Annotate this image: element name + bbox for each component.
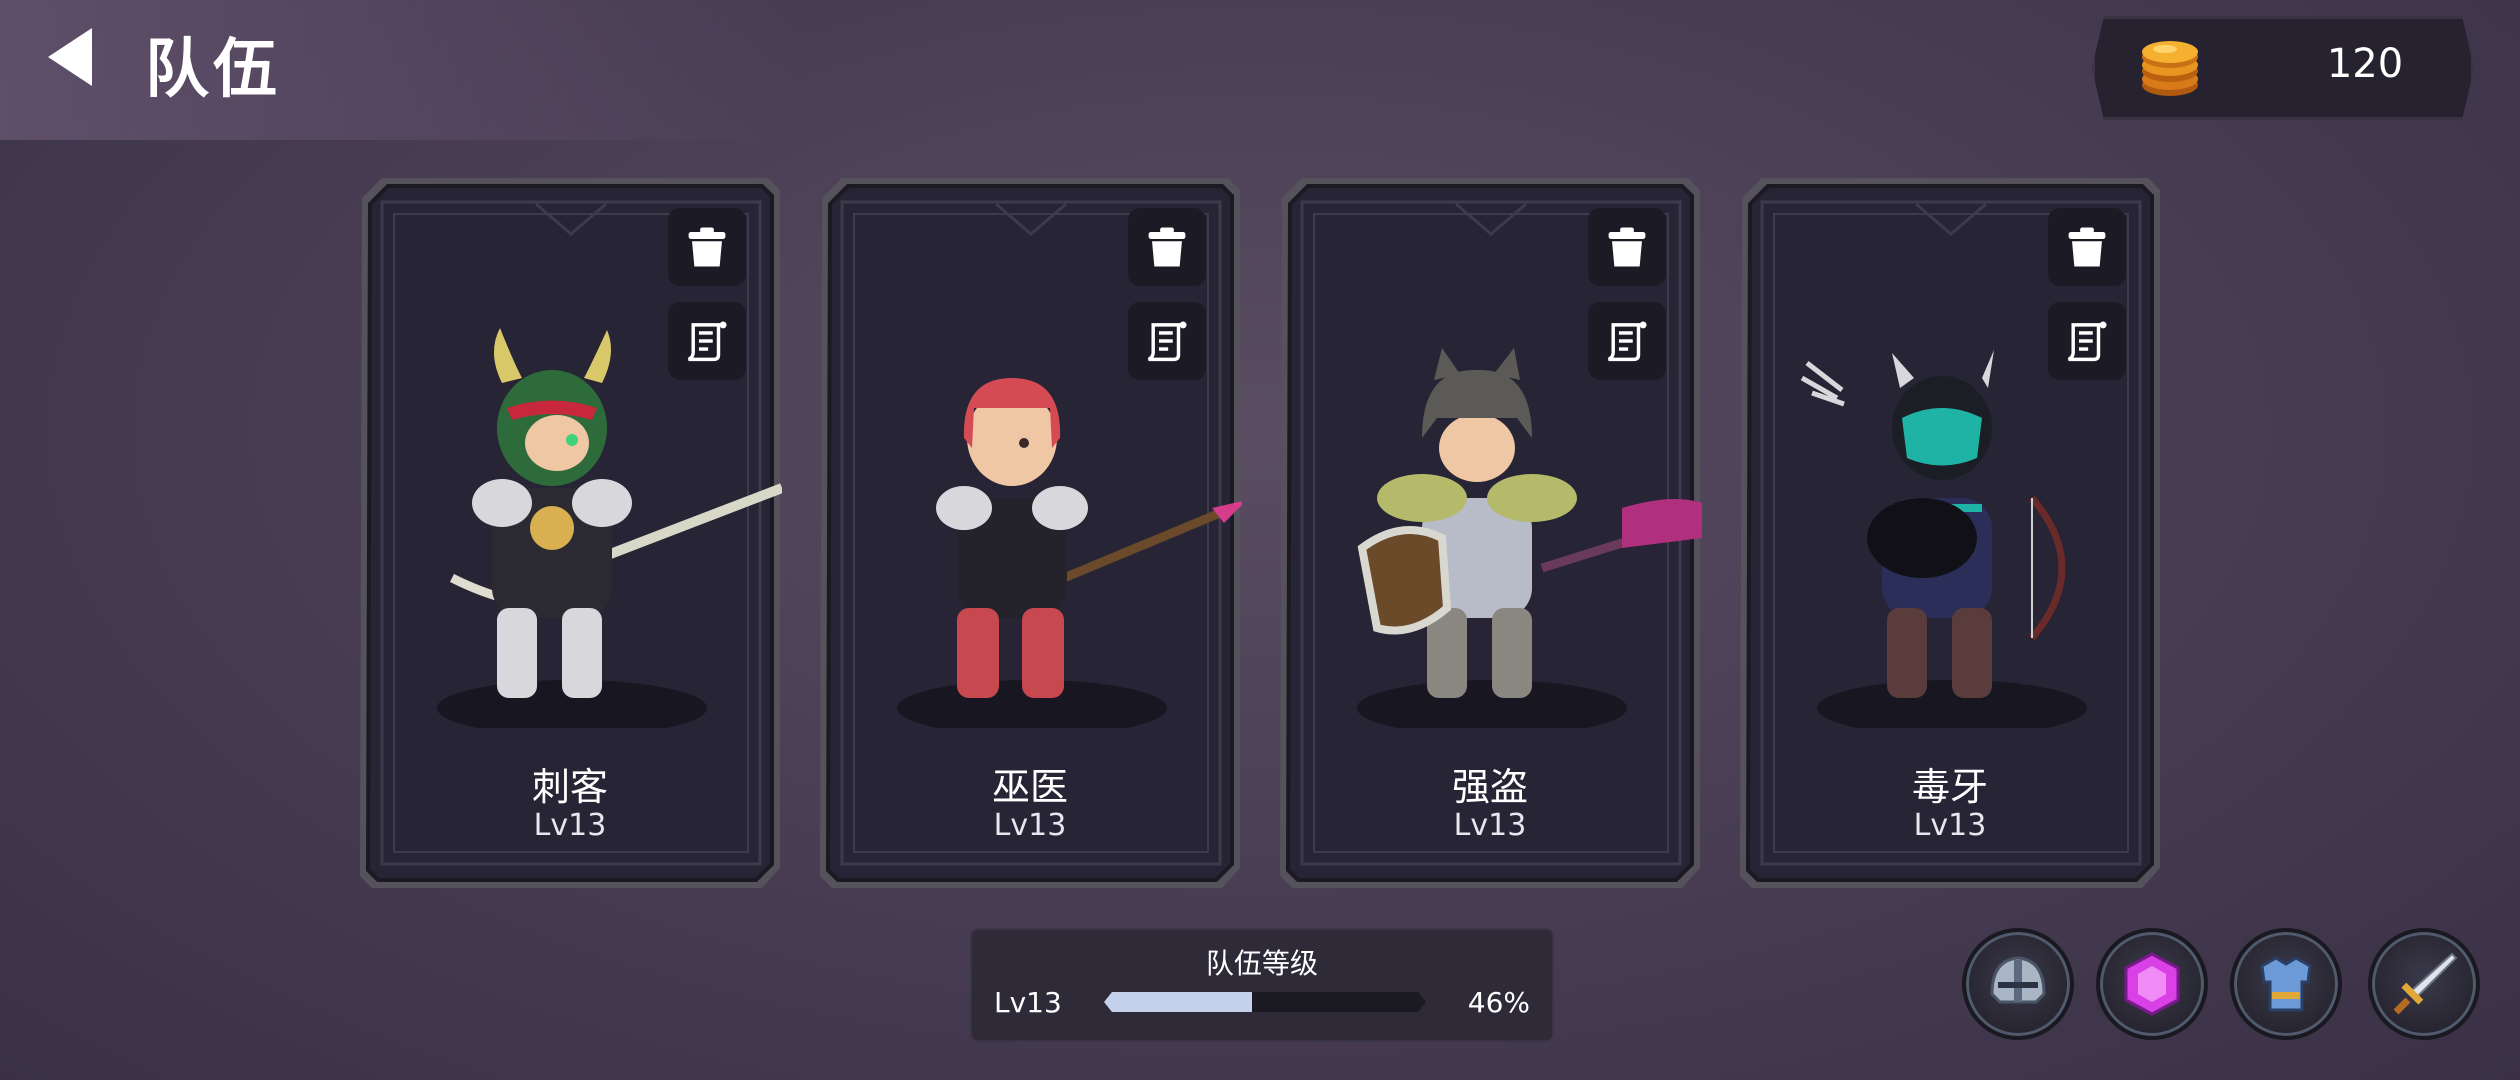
coin-amount: 120 [2326,41,2404,87]
hero-card[interactable]: 强盗 Lv13 [1272,168,1708,898]
currency-panel: 120 [2092,16,2474,120]
sword-icon [2393,952,2458,1015]
trash-icon [2068,227,2106,267]
hero-level: Lv13 [533,808,607,843]
armor-button[interactable] [2230,928,2342,1040]
delete-button[interactable] [1588,208,1666,286]
hero-level: Lv13 [1453,808,1527,843]
back-arrow-icon [48,28,92,86]
delete-button[interactable] [2048,208,2126,286]
witch-doctor-character-image [897,378,1242,728]
team-level-progress-fill [1104,992,1252,1012]
team-level-panel: 队伍等级 Lv13 46% [970,928,1554,1042]
hero-card[interactable]: 刺客 Lv13 [352,168,788,898]
hero-name: 毒牙 [1911,765,1988,809]
assassin-character-image [437,328,782,728]
trash-icon [1608,227,1646,267]
page-title: 队伍 [145,33,281,107]
team-level-value: Lv13 [994,986,1062,1019]
back-button[interactable] [40,22,110,92]
delete-button[interactable] [1128,208,1206,286]
hero-name: 强盗 [1451,765,1528,809]
coin-stack-icon [2135,33,2205,103]
header-glow [0,0,800,140]
hero-level: Lv13 [993,808,1067,843]
bandit-character-image [1357,348,1702,728]
trash-icon [688,227,726,267]
delete-button[interactable] [668,208,746,286]
hero-name: 刺客 [531,765,608,809]
armor-icon [2260,956,2312,1012]
gem-button[interactable] [2096,928,2208,1040]
trash-icon [1148,227,1186,267]
hero-card[interactable]: 毒牙 Lv13 [1732,168,2168,898]
helmet-button[interactable] [1962,928,2074,1040]
team-level-percent: 46% [1467,986,1530,1019]
gem-icon [2124,952,2180,1016]
helmet-icon [1990,956,2046,1004]
hero-name: 巫医 [991,765,1068,809]
venom-fang-character-image [1800,350,2087,728]
team-level-title: 队伍等级 [1205,947,1318,980]
team-level-progress [1104,992,1426,1012]
hero-card[interactable]: 巫医 Lv13 [812,168,1248,898]
hero-level: Lv13 [1913,808,1987,843]
weapon-button[interactable] [2368,928,2480,1040]
